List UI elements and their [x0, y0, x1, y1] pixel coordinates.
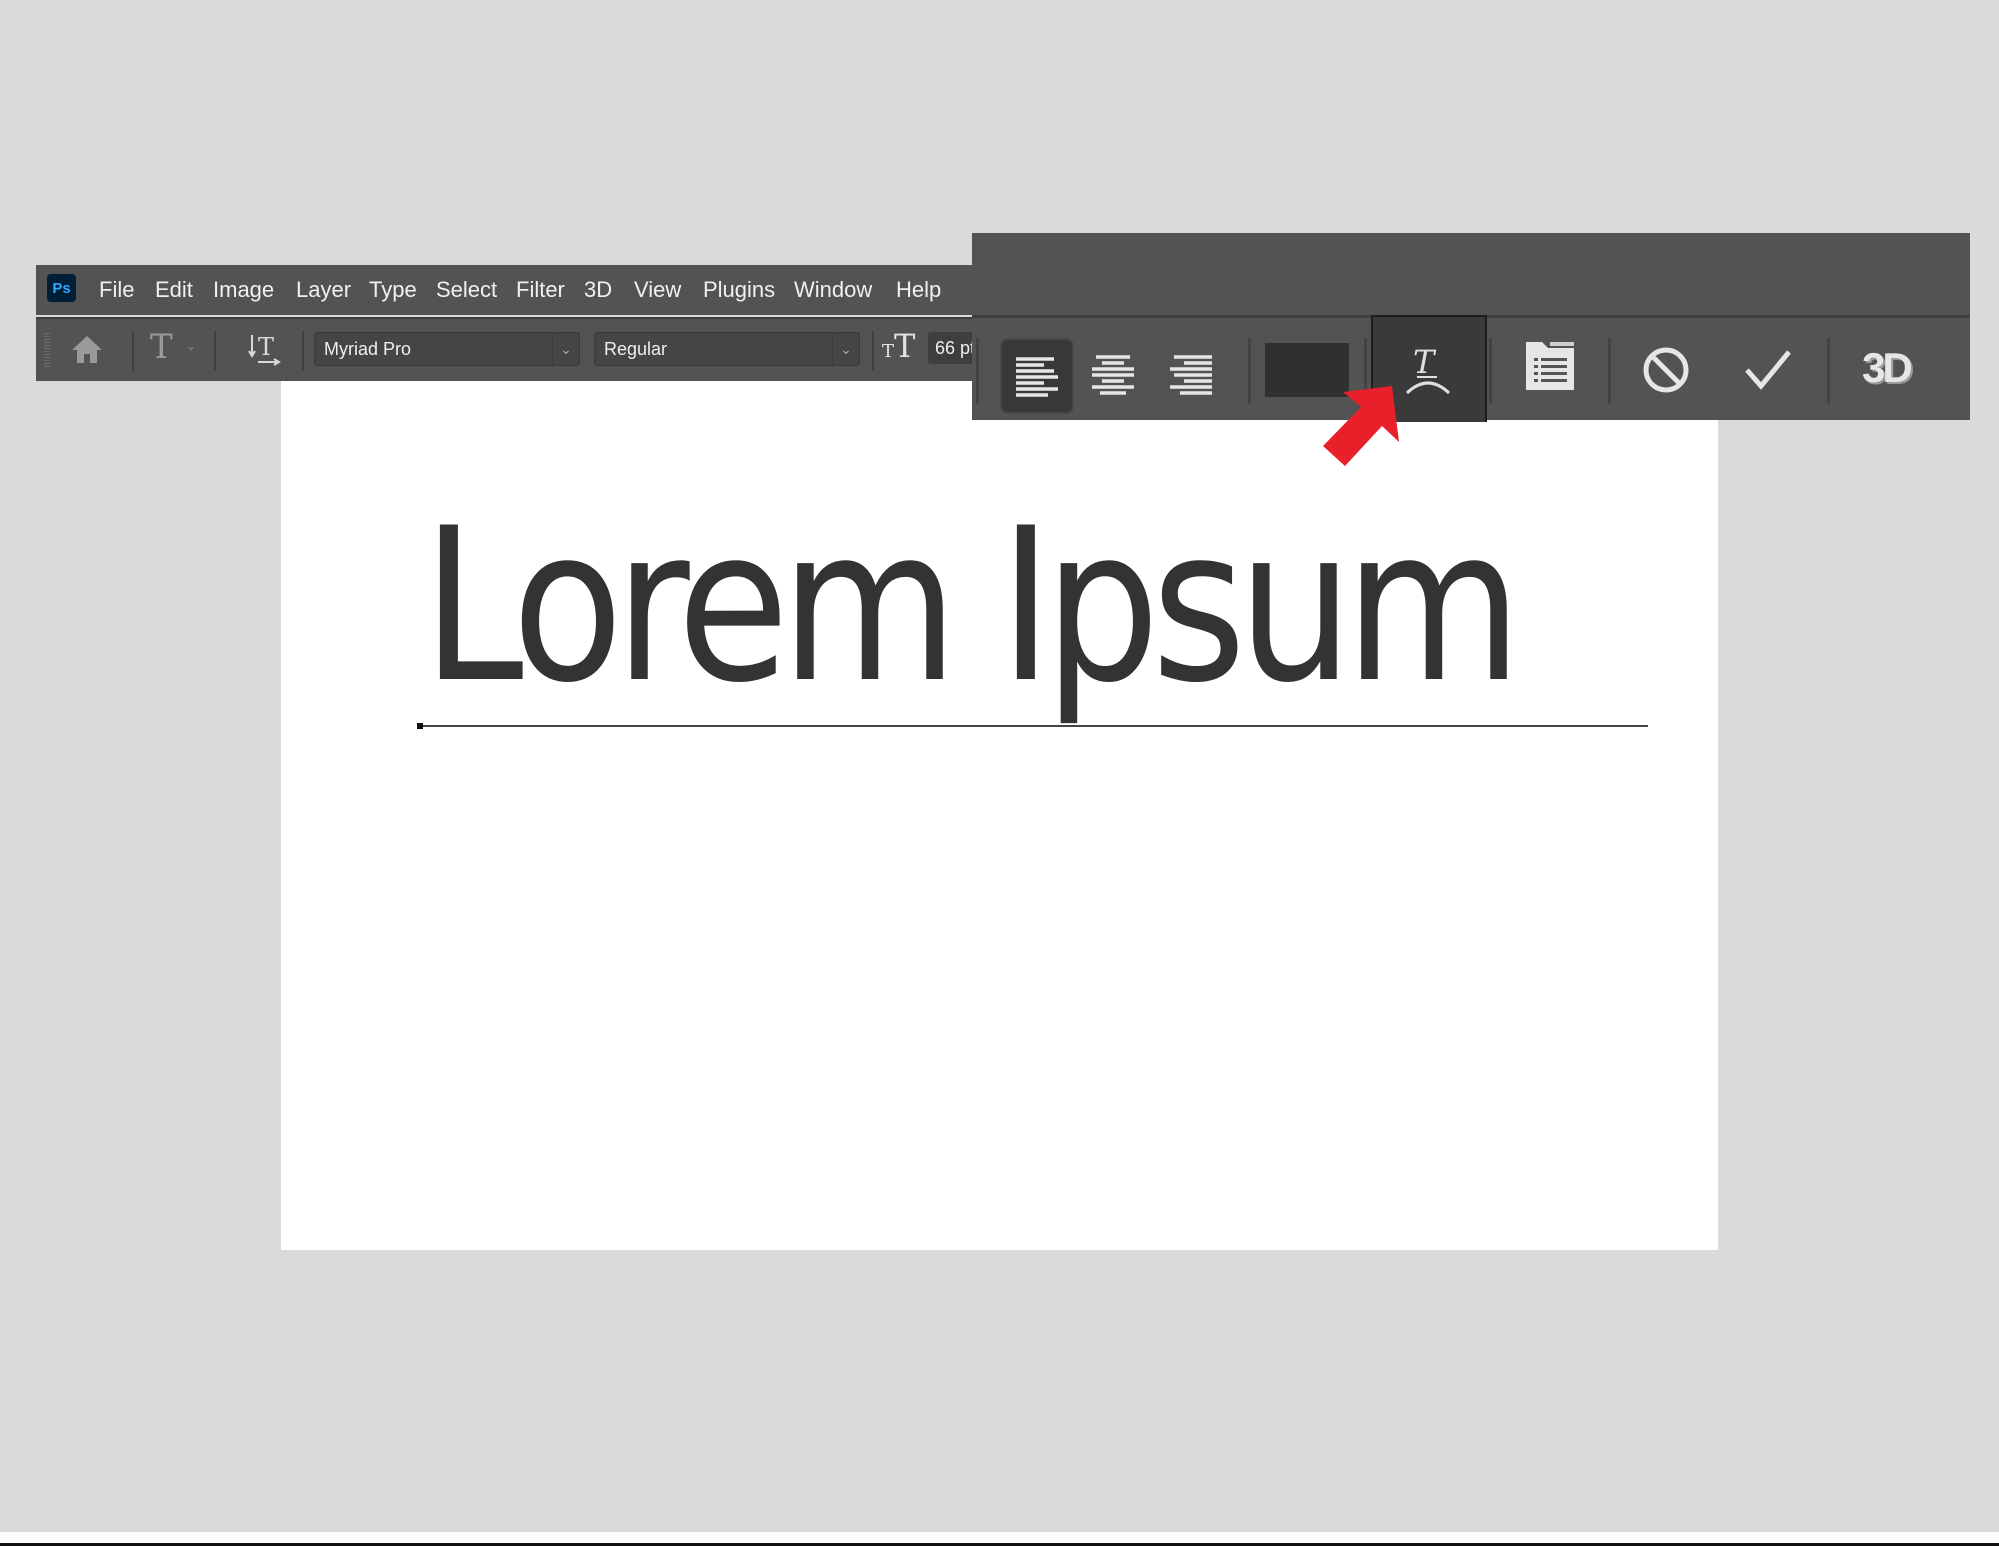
chevron-down-icon[interactable]: ⌄ — [552, 333, 579, 365]
chevron-down-icon[interactable]: ⌄ — [186, 339, 196, 353]
separator — [976, 338, 979, 404]
canvas-text-layer[interactable]: Lorem Ipsum — [422, 500, 1522, 712]
menu-select[interactable]: Select — [436, 277, 497, 303]
chevron-down-icon[interactable]: ⌄ — [832, 333, 859, 365]
menu-view[interactable]: View — [634, 277, 681, 303]
font-style-value: Regular — [604, 339, 668, 359]
options-bar-grip[interactable] — [44, 333, 50, 369]
menu-3d[interactable]: 3D — [584, 277, 612, 303]
menu-layer[interactable]: Layer — [296, 277, 351, 303]
menu-filter[interactable]: Filter — [516, 277, 565, 303]
panel-top-band — [972, 233, 1970, 318]
align-right-button[interactable] — [1156, 338, 1226, 410]
commit-checkmark-icon[interactable] — [1744, 348, 1792, 397]
svg-text:T: T — [258, 333, 274, 361]
home-icon[interactable] — [70, 333, 104, 370]
font-size-icon: TT — [882, 327, 916, 365]
font-family-dropdown[interactable]: Myriad Pro ⌄ — [314, 332, 580, 366]
options-bar: T ⌄ T Myriad Pro ⌄ Regular ⌄ TT 66 pt — [36, 317, 972, 381]
align-right-icon — [1170, 355, 1212, 395]
align-left-icon — [1016, 357, 1058, 397]
separator — [1248, 338, 1251, 404]
menu-image[interactable]: Image — [213, 277, 274, 303]
3d-icon[interactable]: 3D — [1862, 344, 1913, 392]
separator — [1489, 338, 1492, 404]
text-anchor-point[interactable] — [417, 723, 423, 729]
menu-type[interactable]: Type — [369, 277, 417, 303]
separator — [1827, 338, 1830, 404]
separator — [1608, 338, 1611, 404]
font-size-input[interactable]: 66 pt — [928, 332, 972, 364]
text-orientation-icon[interactable]: T — [248, 331, 282, 372]
align-left-button[interactable] — [1000, 338, 1074, 414]
font-style-dropdown[interactable]: Regular ⌄ — [594, 332, 860, 366]
svg-text:T: T — [1413, 343, 1437, 381]
text-baseline — [418, 725, 1648, 727]
menu-plugins[interactable]: Plugins — [703, 277, 775, 303]
menu-file[interactable]: File — [99, 277, 134, 303]
character-paragraph-panel-icon[interactable] — [1524, 340, 1576, 397]
enlarged-options-panel: T 3D — [972, 233, 1970, 422]
align-center-button[interactable] — [1078, 338, 1148, 410]
menu-bar: Ps File Edit Image Layer Type Select Fil… — [36, 265, 972, 315]
type-tool-icon[interactable]: T — [150, 327, 173, 367]
cancel-icon[interactable] — [1642, 346, 1690, 399]
menu-help[interactable]: Help — [896, 277, 941, 303]
separator — [214, 331, 216, 371]
annotation-arrow-icon — [1323, 386, 1399, 466]
menu-edit[interactable]: Edit — [155, 277, 193, 303]
separator — [872, 331, 874, 371]
separator — [132, 331, 134, 371]
font-family-value: Myriad Pro — [324, 339, 412, 359]
enlarged-options-row: T 3D — [972, 315, 1970, 422]
menu-window[interactable]: Window — [794, 277, 872, 303]
photoshop-logo: Ps — [47, 274, 76, 302]
align-center-icon — [1092, 355, 1134, 395]
separator — [302, 331, 304, 371]
